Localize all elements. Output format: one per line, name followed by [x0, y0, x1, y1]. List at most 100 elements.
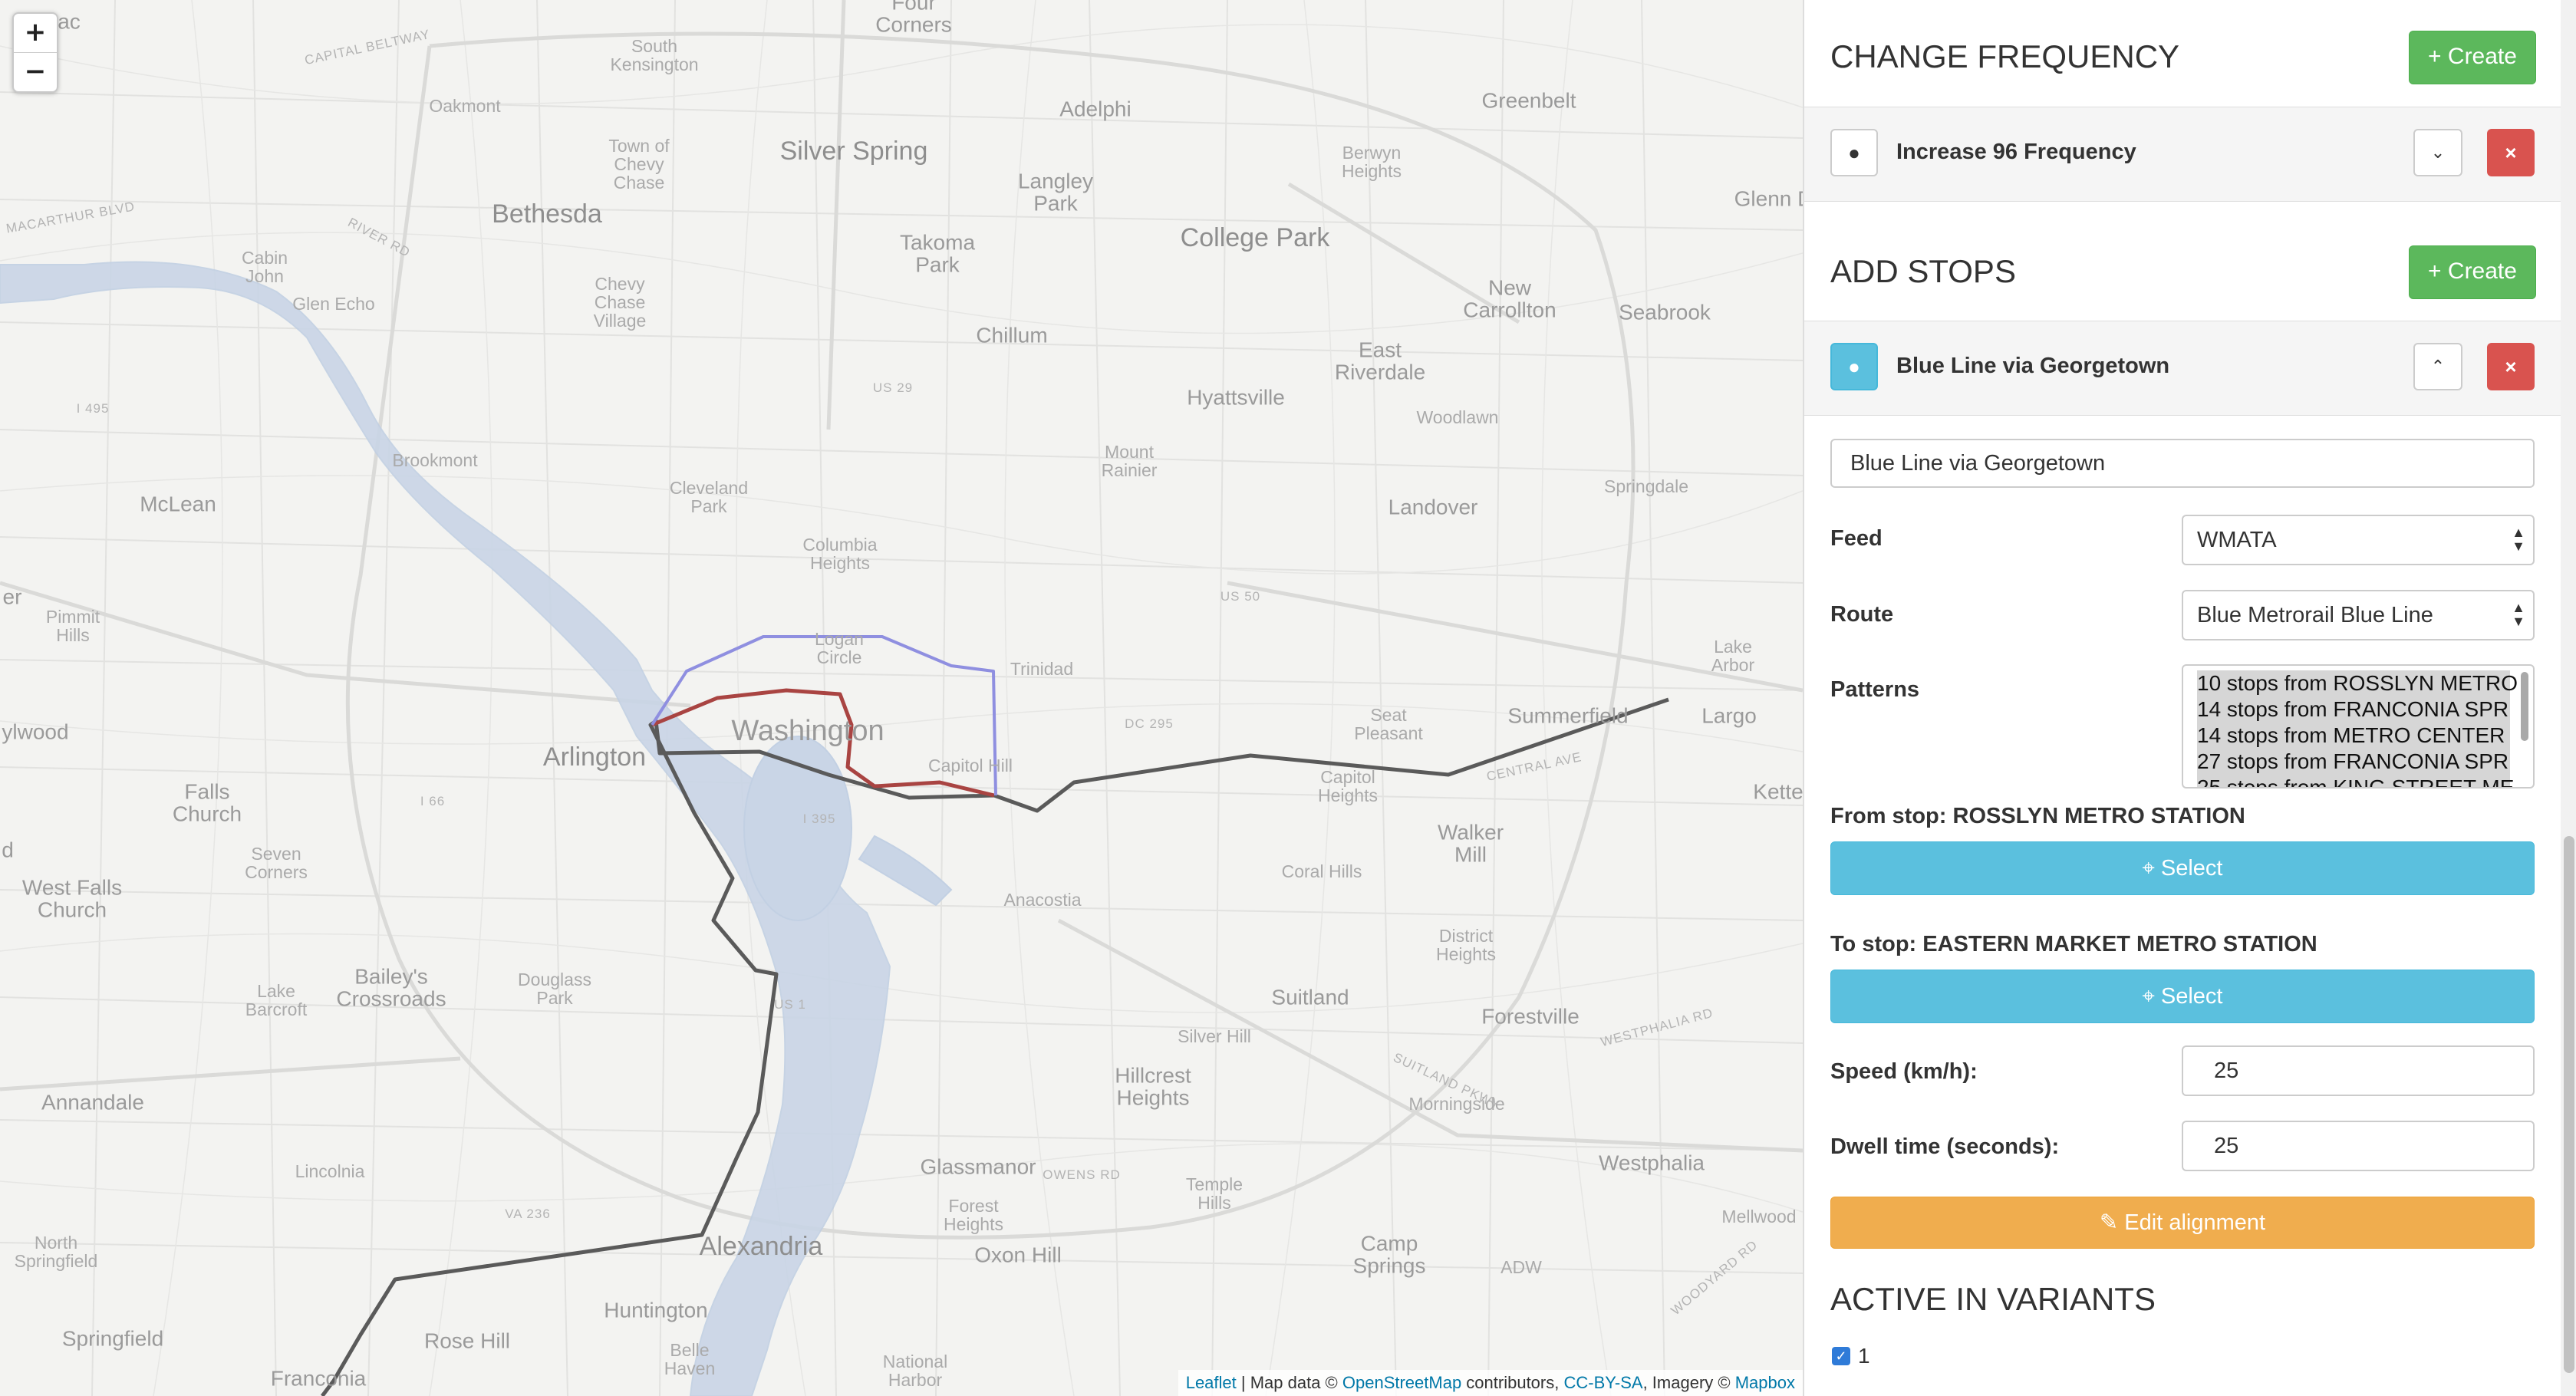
road-label: I 495	[76, 401, 110, 416]
label-national-harbor: National Harbor	[882, 1351, 948, 1390]
label-franconia: Franconia	[270, 1366, 367, 1391]
label-er: er	[2, 584, 22, 609]
speed-input[interactable]: 25	[2182, 1045, 2535, 1096]
from-stop-value: ROSSLYN METRO STATION	[1952, 804, 2245, 828]
label-college-park: College Park	[1180, 223, 1330, 253]
close-icon[interactable]: ×	[2487, 129, 2535, 176]
attribution-text: contributors,	[1461, 1373, 1564, 1392]
create-frequency-button[interactable]: + Create	[2409, 31, 2536, 84]
label-hillcrest-heights: Hillcrest Heights	[1115, 1063, 1191, 1110]
label-alexandria: Alexandria	[699, 1232, 823, 1262]
select-arrows-icon: ▲ ▼	[2512, 525, 2525, 554]
label-town-of-chevy-chase: Town of Chevy Chase	[608, 135, 670, 193]
route-label: Route	[1830, 602, 1894, 627]
chevron-up-icon[interactable]: ⌃	[2413, 343, 2462, 390]
label-seven-corners: Seven Corners	[245, 843, 308, 882]
road-label: DC 295	[1125, 716, 1174, 732]
label-berwyn-heights: Berwyn Heights	[1342, 142, 1402, 181]
label-north-springfield: North Springfield	[14, 1232, 98, 1271]
variant-checkbox[interactable]: ✓	[1832, 1347, 1850, 1365]
patterns-scrollbar[interactable]	[2519, 669, 2530, 784]
label-west-falls-church: West Falls Church	[21, 875, 123, 922]
label-mclean: McLean	[140, 492, 216, 516]
zoom-out-button[interactable]: −	[14, 52, 57, 91]
label-hyattsville: Hyattsville	[1187, 385, 1285, 410]
select-from-stop-button[interactable]: ⌖ Select	[1830, 841, 2535, 895]
add-stops-item-name: Blue Line via Georgetown	[1896, 354, 2170, 378]
modification-name-input[interactable]: Blue Line via Georgetown	[1830, 439, 2535, 488]
mapbox-link[interactable]: Mapbox	[1735, 1373, 1795, 1392]
osm-link[interactable]: OpenStreetMap	[1342, 1373, 1461, 1392]
globe-icon[interactable]: ●	[1830, 343, 1878, 390]
from-stop-label: From stop: ROSSLYN METRO STATION	[1830, 804, 2245, 829]
pattern-option[interactable]: 10 stops from ROSSLYN METRO	[2197, 670, 2518, 696]
label-springfield: Springfield	[61, 1326, 164, 1351]
pattern-option[interactable]: 25 stops from KING STREET ME	[2197, 775, 2514, 787]
add-stops-title: ADD STOPS	[1830, 253, 2016, 289]
label-washington: Washington	[731, 715, 884, 748]
add-stops-item[interactable]: ● Blue Line via Georgetown ⌃ ×	[1804, 321, 2561, 416]
leaflet-link[interactable]: Leaflet	[1186, 1373, 1237, 1392]
label-glenn-d: Glenn D	[1734, 186, 1803, 211]
pattern-option[interactable]: 14 stops from FRANCONIA SPR	[2197, 696, 2510, 723]
select-arrows-icon: ▲ ▼	[2512, 600, 2525, 629]
map-view[interactable]: Silver Spring Bethesda College Park Arli…	[0, 0, 1803, 1396]
dwell-input[interactable]: 25	[2182, 1121, 2535, 1171]
crosshairs-icon: ⌖	[2142, 856, 2155, 881]
label-greenbelt: Greenbelt	[1481, 88, 1576, 113]
label-westphalia: Westphalia	[1598, 1151, 1705, 1175]
label-south-kensington: South Kensington	[610, 35, 699, 74]
label-camp-springs: Camp Springs	[1352, 1231, 1426, 1278]
frequency-item[interactable]: ● Increase 96 Frequency ⌄ ×	[1804, 107, 2561, 202]
edit-alignment-label: Edit alignment	[2124, 1210, 2266, 1235]
label-forestville: Forestville	[1481, 1004, 1580, 1029]
license-link[interactable]: CC-BY-SA	[1563, 1373, 1642, 1392]
feed-select[interactable]: WMATA ▲ ▼	[2182, 515, 2535, 565]
zoom-in-button[interactable]: +	[14, 14, 57, 52]
label-adelphi: Adelphi	[1059, 97, 1132, 121]
road-label: US 1	[774, 997, 806, 1012]
road-label: I 66	[420, 794, 446, 809]
dwell-label: Dwell time (seconds):	[1830, 1134, 2060, 1159]
to-stop-prefix: To stop:	[1830, 932, 1923, 956]
road-label: OWENS RD	[1043, 1167, 1121, 1183]
label-ac: ac	[58, 9, 81, 34]
pattern-option[interactable]: 14 stops from METRO CENTER	[2197, 723, 2510, 749]
attribution-text: , Imagery ©	[1642, 1373, 1735, 1392]
route-select-value: Blue Metrorail Blue Line	[2197, 603, 2433, 627]
chevron-down-icon[interactable]: ⌄	[2413, 129, 2462, 176]
pencil-icon: ✎	[2099, 1210, 2119, 1235]
label-rose-hill: Rose Hill	[423, 1329, 511, 1353]
label-langley-park: Langley Park	[1017, 169, 1094, 216]
panel-scrollbar-thumb[interactable]	[2564, 836, 2574, 1373]
label-d: d	[2, 838, 14, 862]
edit-alignment-button[interactable]: ✎ Edit alignment	[1830, 1197, 2535, 1249]
label-lake-arbor: Lake Arbor	[1711, 636, 1755, 675]
label-cleveland-park: Cleveland Park	[669, 477, 749, 516]
patterns-listbox[interactable]: 10 stops from ROSSLYN METRO 14 stops fro…	[2182, 664, 2535, 789]
label-coral-hills: Coral Hills	[1281, 861, 1362, 881]
gray-route-line[interactable]	[321, 697, 1669, 1396]
pattern-option[interactable]: 27 stops from FRANCONIA SPR	[2197, 749, 2510, 775]
crosshairs-icon: ⌖	[2142, 984, 2155, 1009]
globe-icon[interactable]: ●	[1830, 129, 1878, 176]
panel-scrollbar[interactable]	[2561, 0, 2576, 1396]
patterns-label: Patterns	[1830, 677, 1920, 702]
close-icon[interactable]: ×	[2487, 343, 2535, 390]
label-silver-hill: Silver Hill	[1178, 1026, 1251, 1046]
label-pimmit-hills: Pimmit Hills	[45, 606, 100, 645]
label-baileys-crossroads: Bailey's Crossroads	[336, 964, 446, 1011]
change-frequency-title: CHANGE FREQUENCY	[1830, 38, 2180, 74]
label-oakmont: Oakmont	[429, 95, 501, 116]
select-label: Select	[2160, 856, 2223, 881]
label-lake-barcroft: Lake Barcroft	[245, 980, 308, 1019]
label-anacostia: Anacostia	[1003, 889, 1082, 910]
change-frequency-header: CHANGE FREQUENCY + Create	[1830, 31, 2536, 84]
label-walker-mill: Walker Mill	[1437, 820, 1504, 867]
select-to-stop-button[interactable]: ⌖ Select	[1830, 970, 2535, 1023]
route-select[interactable]: Blue Metrorail Blue Line ▲ ▼	[2182, 590, 2535, 640]
label-brookmont: Brookmont	[392, 449, 478, 470]
label-douglass-park: Douglass Park	[518, 969, 591, 1008]
create-stops-button[interactable]: + Create	[2409, 245, 2536, 299]
label-lincolnia: Lincolnia	[295, 1161, 365, 1181]
